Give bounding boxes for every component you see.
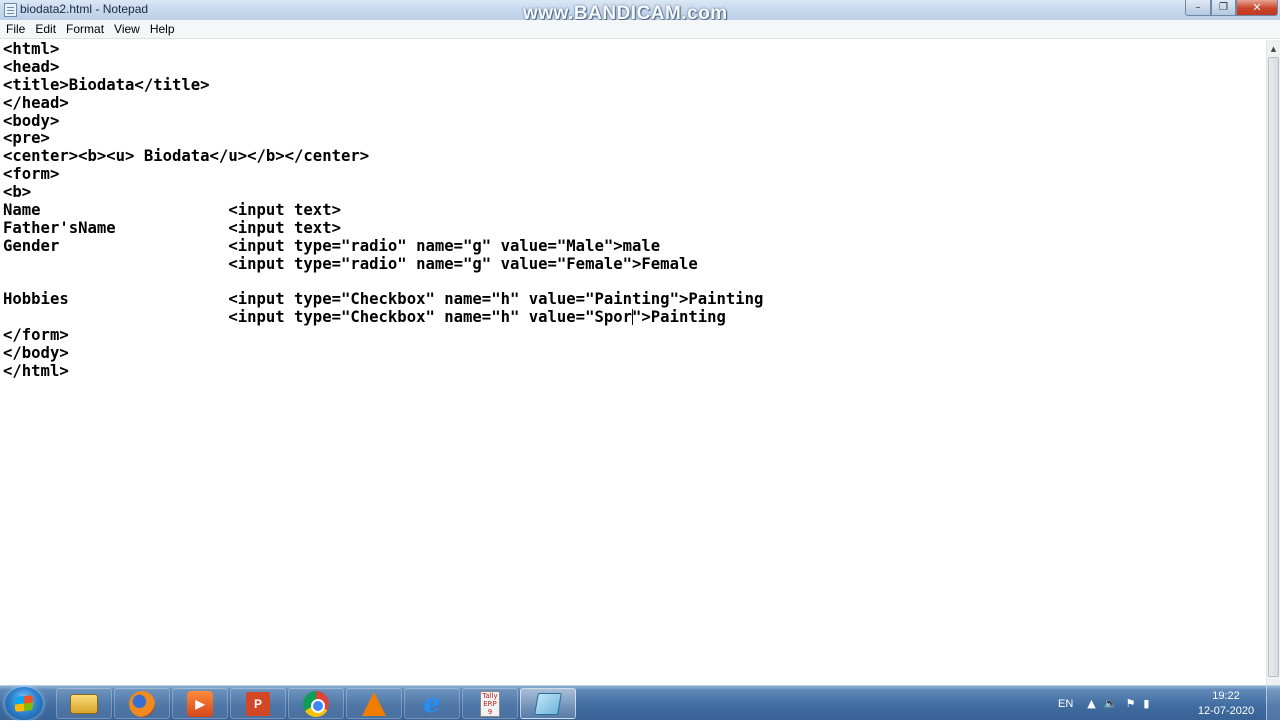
taskbar-tally-erp[interactable]: Tally ERP 9	[462, 688, 518, 719]
minimize-button[interactable]: –	[1185, 0, 1211, 16]
code-line: <body>	[3, 111, 60, 130]
restore-button[interactable]: ❐	[1211, 0, 1236, 16]
document-text[interactable]: <html> <head> <title>Biodata</title> </head…	[3, 40, 764, 381]
taskbar: ▶ P e Tally ERP 9 EN ▲ 🔈 ⚑ ▮ 19:22 12-07…	[0, 685, 1280, 721]
code-line: Hobbies <input type="Checkbox" name="h" …	[3, 290, 764, 309]
show-hidden-icons-icon[interactable]: ▲	[1087, 697, 1095, 710]
network-icon[interactable]: ▮	[1143, 697, 1149, 710]
taskbar-vlc[interactable]	[346, 688, 402, 719]
code-line: <title>Biodata</title>	[3, 75, 210, 94]
code-line: </head>	[3, 93, 69, 112]
code-line: <input type="radio" name="g" value="Fema…	[3, 254, 698, 273]
close-button[interactable]: ✕	[1236, 0, 1278, 16]
start-button[interactable]	[5, 687, 43, 720]
menu-file[interactable]: File	[0, 22, 29, 36]
powerpoint-icon: P	[246, 691, 270, 716]
code-line: <input type="Checkbox" name="h" value="S…	[3, 308, 726, 327]
taskbar-notepad[interactable]	[520, 688, 576, 719]
menu-view[interactable]: View	[108, 22, 144, 36]
action-center-flag-icon[interactable]: ⚑	[1125, 697, 1135, 710]
code-line: </body>	[3, 344, 69, 363]
code-line: <center><b><u> Biodata</u></b></center>	[3, 147, 370, 166]
code-line: <pre>	[3, 129, 50, 148]
menu-edit[interactable]: Edit	[29, 22, 60, 36]
vlc-icon	[362, 691, 386, 716]
volume-icon[interactable]: 🔈	[1104, 697, 1118, 710]
menu-help[interactable]: Help	[144, 22, 179, 36]
scroll-up-arrow-icon[interactable]: ▲	[1267, 40, 1280, 57]
menu-format[interactable]: Format	[60, 22, 108, 36]
notepad-window: biodata2.html - Notepad www.BANDICAM.com…	[0, 0, 1280, 685]
window-title: biodata2.html - Notepad	[20, 2, 149, 16]
code-line: </html>	[3, 362, 69, 381]
taskbar-chrome[interactable]	[288, 688, 344, 719]
clock-time: 19:22	[1212, 690, 1240, 702]
vertical-scrollbar[interactable]: ▲	[1266, 40, 1280, 685]
chrome-icon	[303, 690, 329, 717]
notepad-app-icon[interactable]	[4, 3, 17, 17]
taskbar-internet-explorer[interactable]: e	[404, 688, 460, 719]
text-editor-area[interactable]: <html> <head> <title>Biodata</title> </head…	[0, 40, 1266, 685]
scroll-thumb[interactable]	[1268, 57, 1279, 677]
taskbar-firefox[interactable]	[114, 688, 170, 719]
show-desktop-button[interactable]	[1266, 686, 1280, 721]
taskbar-powerpoint[interactable]: P	[230, 688, 286, 719]
code-line: Gender <input type="radio" name="g" valu…	[3, 236, 661, 255]
menu-bar: File Edit Format View Help	[0, 20, 1280, 39]
text-caret	[631, 309, 633, 326]
internet-explorer-icon: e	[423, 688, 441, 719]
language-indicator[interactable]: EN	[1058, 698, 1073, 710]
taskbar-media-player[interactable]: ▶	[172, 688, 228, 719]
media-player-icon: ▶	[187, 690, 213, 717]
system-tray: EN ▲ 🔈 ⚑ ▮	[1050, 686, 1157, 721]
clock-date: 12-07-2020	[1197, 705, 1255, 717]
code-line: <form>	[3, 165, 60, 184]
firefox-icon	[129, 690, 155, 717]
taskbar-clock[interactable]: 19:22 12-07-2020	[1196, 689, 1256, 719]
code-line: <html>	[3, 40, 60, 58]
code-line: </form>	[3, 326, 69, 345]
code-line: Father'sName <input text>	[3, 218, 341, 237]
code-line: <head>	[3, 57, 60, 76]
taskbar-windows-explorer[interactable]	[56, 688, 112, 719]
code-line: Name <input text>	[3, 201, 341, 220]
code-line: <b>	[3, 183, 32, 202]
notepad-icon	[534, 692, 562, 715]
tally-icon: Tally ERP 9	[480, 690, 500, 717]
folder-icon	[70, 693, 98, 714]
title-bar[interactable]: biodata2.html - Notepad www.BANDICAM.com…	[0, 0, 1280, 24]
